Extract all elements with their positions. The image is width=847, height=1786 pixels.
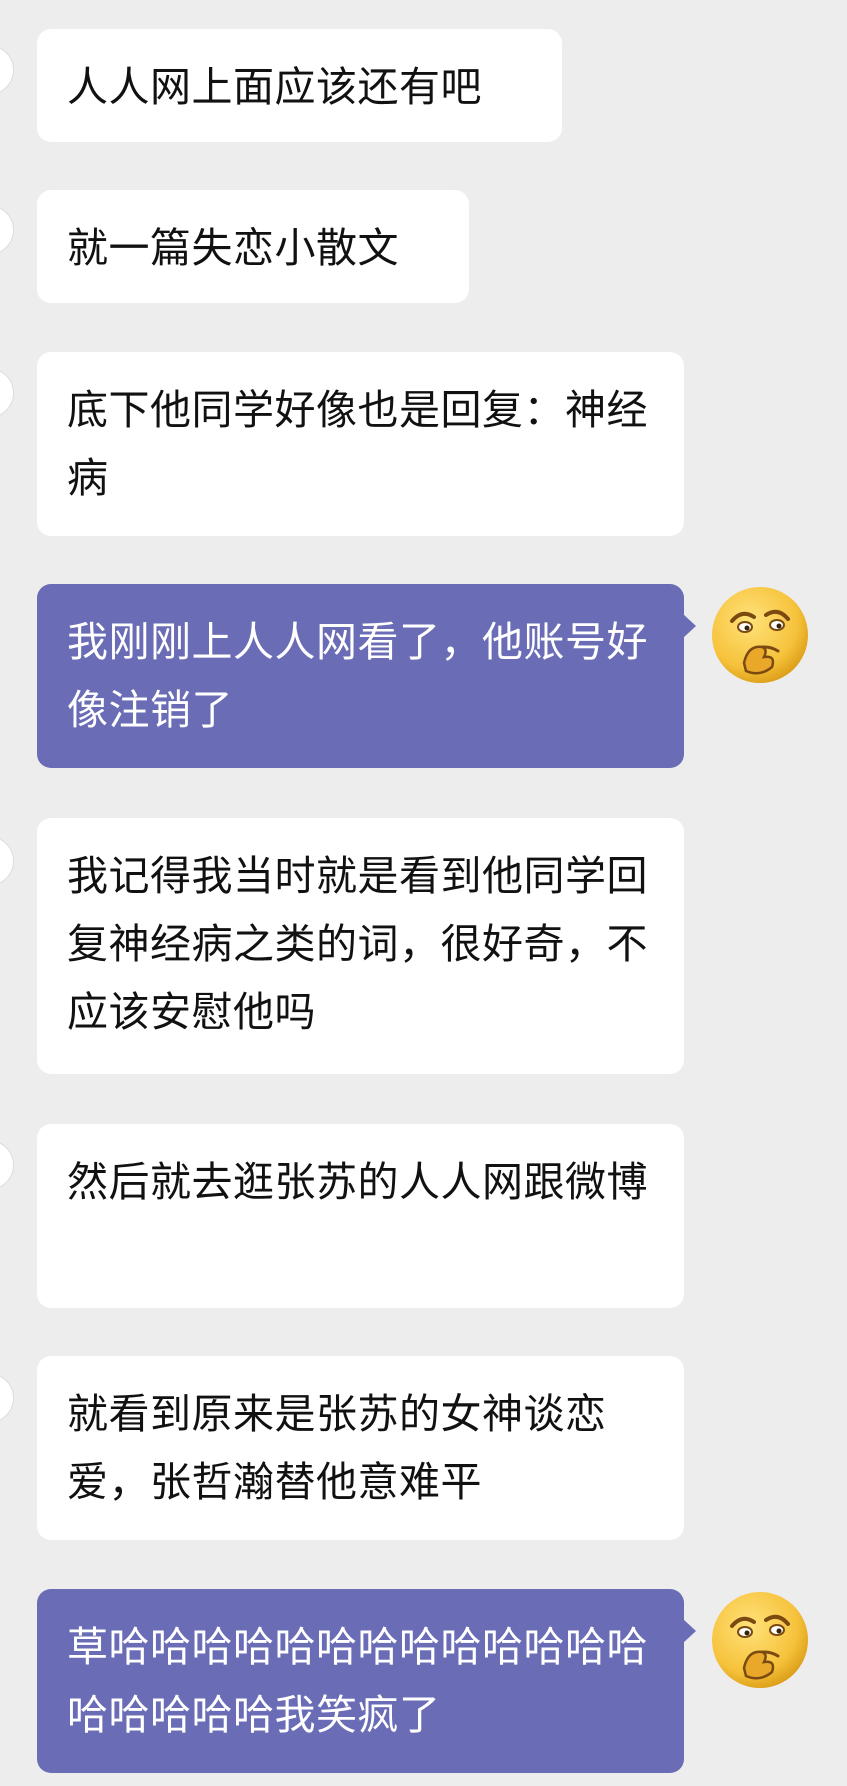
contact-avatar[interactable] <box>0 836 14 886</box>
incoming-message-bubble[interactable]: 就一篇失恋小散文 <box>37 190 469 303</box>
incoming-message-bubble[interactable]: 然后就去逛张苏的人人网跟微博 <box>37 1124 684 1308</box>
contact-avatar[interactable] <box>0 368 14 418</box>
contact-avatar[interactable] <box>0 1373 14 1423</box>
incoming-message-bubble[interactable]: 底下他同学好像也是回复：神经病 <box>37 352 684 536</box>
outgoing-message-bubble[interactable]: 草哈哈哈哈哈哈哈哈哈哈哈哈哈哈哈哈哈哈我笑疯了 <box>37 1589 696 1773</box>
message-text: 然后就去逛张苏的人人网跟微博 <box>67 1158 648 1206</box>
thinking-face-emoji-icon[interactable] <box>710 585 810 685</box>
incoming-message-bubble[interactable]: 人人网上面应该还有吧 <box>37 29 562 142</box>
incoming-message-bubble[interactable]: 就看到原来是张苏的女神谈恋爱，张哲瀚替他意难平 <box>37 1356 684 1540</box>
contact-avatar[interactable] <box>0 45 14 95</box>
message-text: 我记得我当时就是看到他同学回复神经病之类的词，很好奇，不应该安慰他吗 <box>67 852 648 1036</box>
message-text: 草哈哈哈哈哈哈哈哈哈哈哈哈哈哈哈哈哈哈我笑疯了 <box>67 1623 648 1739</box>
contact-avatar[interactable] <box>0 1140 14 1190</box>
chat-message-list[interactable]: 人人网上面应该还有吧 就一篇失恋小散文 底下他同学好像也是回复：神经病 我刚刚上… <box>0 0 847 1786</box>
incoming-message-bubble[interactable]: 我记得我当时就是看到他同学回复神经病之类的词，很好奇，不应该安慰他吗 <box>37 818 684 1074</box>
message-text: 底下他同学好像也是回复：神经病 <box>67 386 648 502</box>
thinking-face-emoji-icon[interactable] <box>710 1590 810 1690</box>
message-text: 人人网上面应该还有吧 <box>67 63 482 111</box>
message-text: 我刚刚上人人网看了，他账号好像注销了 <box>67 618 648 734</box>
message-text: 就一篇失恋小散文 <box>67 224 399 272</box>
outgoing-message-bubble[interactable]: 我刚刚上人人网看了，他账号好像注销了 <box>37 584 696 768</box>
contact-avatar[interactable] <box>0 205 14 255</box>
message-text: 就看到原来是张苏的女神谈恋爱，张哲瀚替他意难平 <box>67 1390 607 1506</box>
